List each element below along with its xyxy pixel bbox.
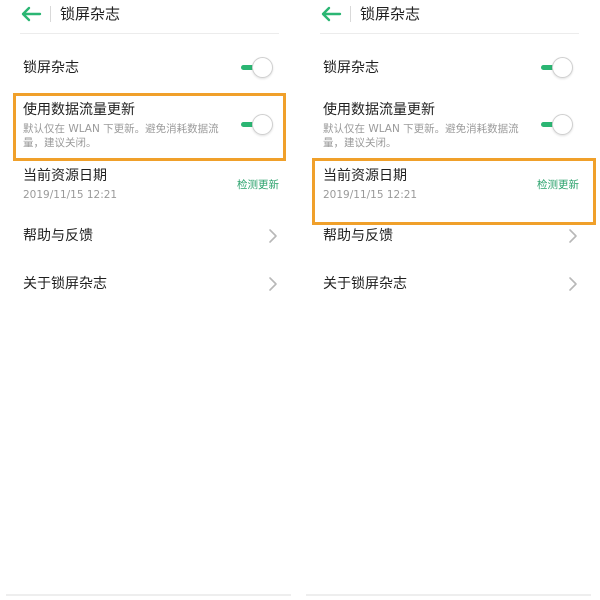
page-title: 锁屏杂志 — [60, 5, 121, 23]
page-title: 锁屏杂志 — [360, 5, 421, 23]
back-arrow-icon[interactable] — [20, 6, 42, 22]
mobile-data-toggle[interactable] — [539, 113, 575, 135]
setting-label: 当前资源日期 — [23, 168, 107, 184]
toggle-knob — [252, 57, 273, 78]
setting-resource-date: 当前资源日期 2019/11/15 12:21 检测更新 — [6, 166, 291, 206]
lock-magazine-toggle[interactable] — [239, 56, 275, 78]
setting-lock-magazine: 锁屏杂志 — [6, 50, 291, 86]
toggle-knob — [552, 57, 573, 78]
check-update-link[interactable]: 检测更新 — [237, 178, 279, 192]
bottom-edge — [306, 594, 591, 596]
setting-label: 锁屏杂志 — [23, 60, 79, 76]
app-bar: 锁屏杂志 — [6, 0, 291, 34]
toggle-knob — [552, 114, 573, 135]
header-separator — [320, 33, 579, 34]
highlight-box — [312, 158, 596, 225]
setting-label: 关于锁屏杂志 — [23, 276, 107, 292]
header-divider — [350, 6, 351, 22]
lock-magazine-toggle[interactable] — [539, 56, 575, 78]
settings-panel-right: 锁屏杂志 锁屏杂志 使用数据流量更新 默认仅在 WLAN 下更新。避免消耗数据流… — [306, 0, 596, 600]
setting-description: 默认仅在 WLAN 下更新。避免消耗数据流量，建议关闭。 — [323, 123, 519, 149]
setting-label: 锁屏杂志 — [323, 60, 379, 76]
bottom-edge — [6, 594, 291, 596]
setting-mobile-data-update: 使用数据流量更新 默认仅在 WLAN 下更新。避免消耗数据流量，建议关闭。 — [306, 96, 591, 158]
app-bar: 锁屏杂志 — [306, 0, 591, 34]
setting-label: 帮助与反馈 — [323, 228, 393, 244]
chevron-right-icon — [568, 276, 578, 292]
setting-help-feedback[interactable]: 帮助与反馈 — [6, 224, 291, 250]
setting-label: 关于锁屏杂志 — [323, 276, 407, 292]
back-arrow-icon[interactable] — [320, 6, 342, 22]
chevron-right-icon — [268, 276, 278, 292]
setting-about[interactable]: 关于锁屏杂志 — [306, 272, 591, 298]
header-separator — [20, 33, 279, 34]
resource-date-value: 2019/11/15 12:21 — [23, 189, 118, 201]
setting-about[interactable]: 关于锁屏杂志 — [6, 272, 291, 298]
chevron-right-icon — [568, 228, 578, 244]
header-divider — [50, 6, 51, 22]
setting-label: 使用数据流量更新 — [323, 102, 435, 118]
highlight-box — [13, 93, 286, 161]
setting-label: 帮助与反馈 — [23, 228, 93, 244]
setting-lock-magazine: 锁屏杂志 — [306, 50, 591, 86]
chevron-right-icon — [268, 228, 278, 244]
setting-help-feedback[interactable]: 帮助与反馈 — [306, 224, 591, 250]
settings-panel-left: 锁屏杂志 锁屏杂志 使用数据流量更新 默认仅在 WLAN 下更新。避免消耗数据流… — [6, 0, 291, 600]
